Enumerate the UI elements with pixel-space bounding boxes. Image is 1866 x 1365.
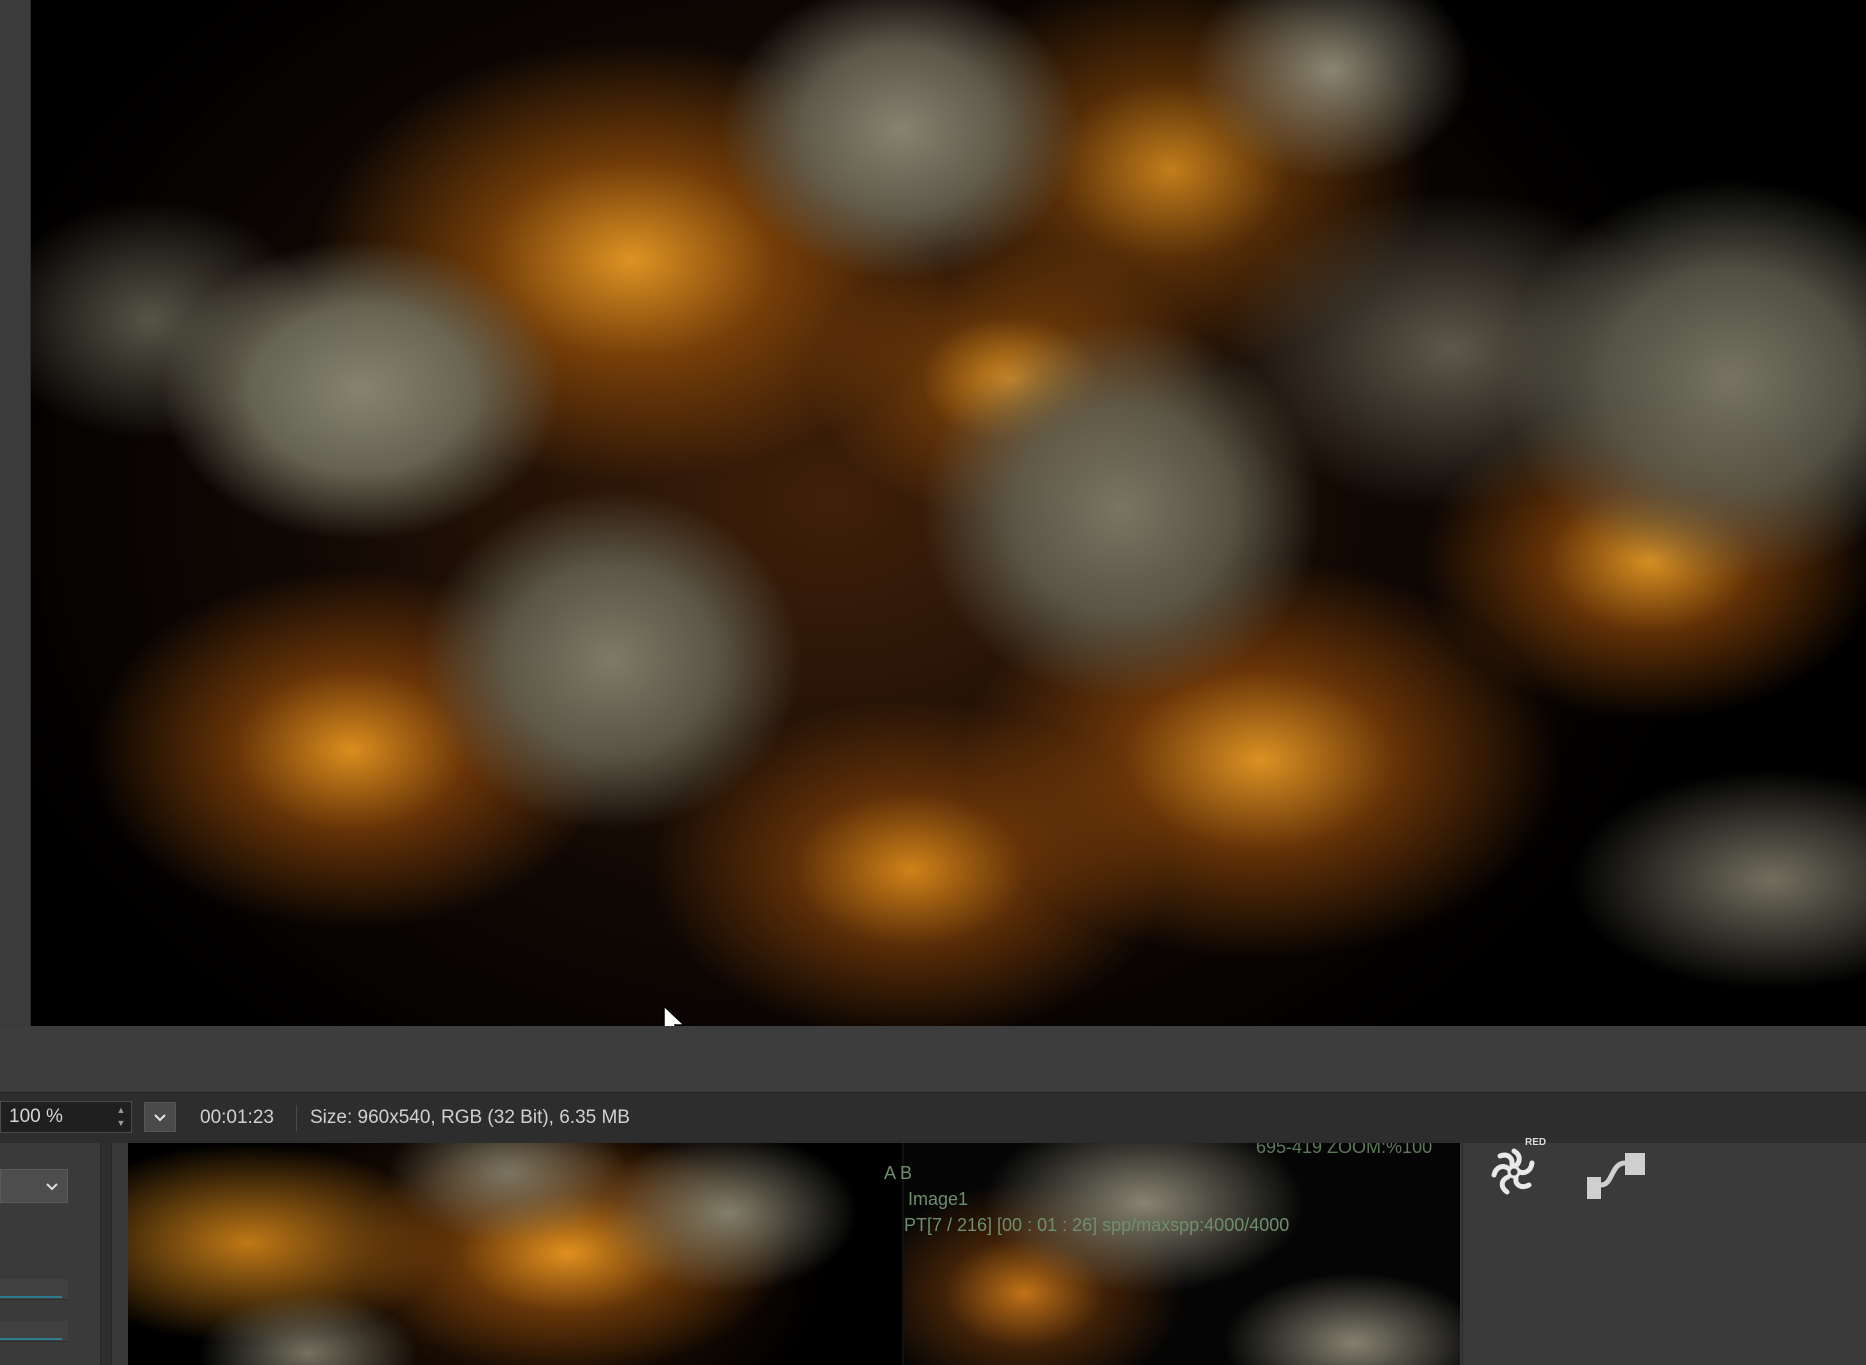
overlay-zoom: 695-419 ZOOM:%100 <box>1256 1143 1433 1157</box>
render-viewport[interactable] <box>0 0 1866 1092</box>
compare-image-b <box>904 1143 1460 1365</box>
zoom-dropdown-button[interactable] <box>144 1102 176 1132</box>
chevron-down-icon <box>46 1183 58 1191</box>
octane-render-icon[interactable] <box>1487 1145 1541 1199</box>
octane-badge: RED <box>1525 1137 1547 1148</box>
render-time: 00:01:23 <box>200 1107 274 1128</box>
overlay-image-name: Image1 <box>908 1189 969 1209</box>
zoom-spinbox[interactable]: ▲ ▼ <box>0 1101 132 1133</box>
overlay-ab-label: A B <box>884 1163 913 1183</box>
compare-viewer[interactable]: 695-419 ZOOM:%100 A B Image1 PT[7 / 216]… <box>128 1143 1460 1365</box>
bottom-left-panel <box>0 1143 100 1365</box>
render-image[interactable] <box>31 0 1866 1026</box>
chevron-down-icon <box>154 1114 166 1122</box>
spin-down-icon[interactable]: ▼ <box>113 1117 129 1130</box>
zoom-spin-buttons[interactable]: ▲ ▼ <box>113 1104 129 1130</box>
viewport-bottom-margin <box>0 1026 1866 1092</box>
overlay-render-stats: PT[7 / 216] [00 : 01 : 26] spp/maxspp:40… <box>904 1215 1290 1235</box>
spin-up-icon[interactable]: ▲ <box>113 1104 129 1117</box>
viewport-left-gutter <box>0 0 31 1026</box>
image-info: Size: 960x540, RGB (32 Bit), 6.35 MB <box>310 1107 630 1128</box>
status-bar: ▲ ▼ 00:01:23 Size: 960x540, RGB (32 Bit)… <box>0 1092 1866 1144</box>
zoom-input[interactable] <box>9 1106 109 1128</box>
panel-select[interactable] <box>0 1169 68 1203</box>
bottom-panel: 695-419 ZOOM:%100 A B Image1 PT[7 / 216]… <box>0 1137 1866 1365</box>
bottom-right-toolbar: RED <box>1462 1137 1866 1365</box>
panel-splitter[interactable] <box>100 1143 112 1365</box>
status-separator <box>296 1105 297 1131</box>
compare-image-a <box>128 1143 902 1365</box>
node-graph-icon[interactable] <box>1585 1147 1649 1203</box>
slider-fill-2 <box>0 1338 62 1340</box>
slider-fill-1 <box>0 1296 62 1298</box>
